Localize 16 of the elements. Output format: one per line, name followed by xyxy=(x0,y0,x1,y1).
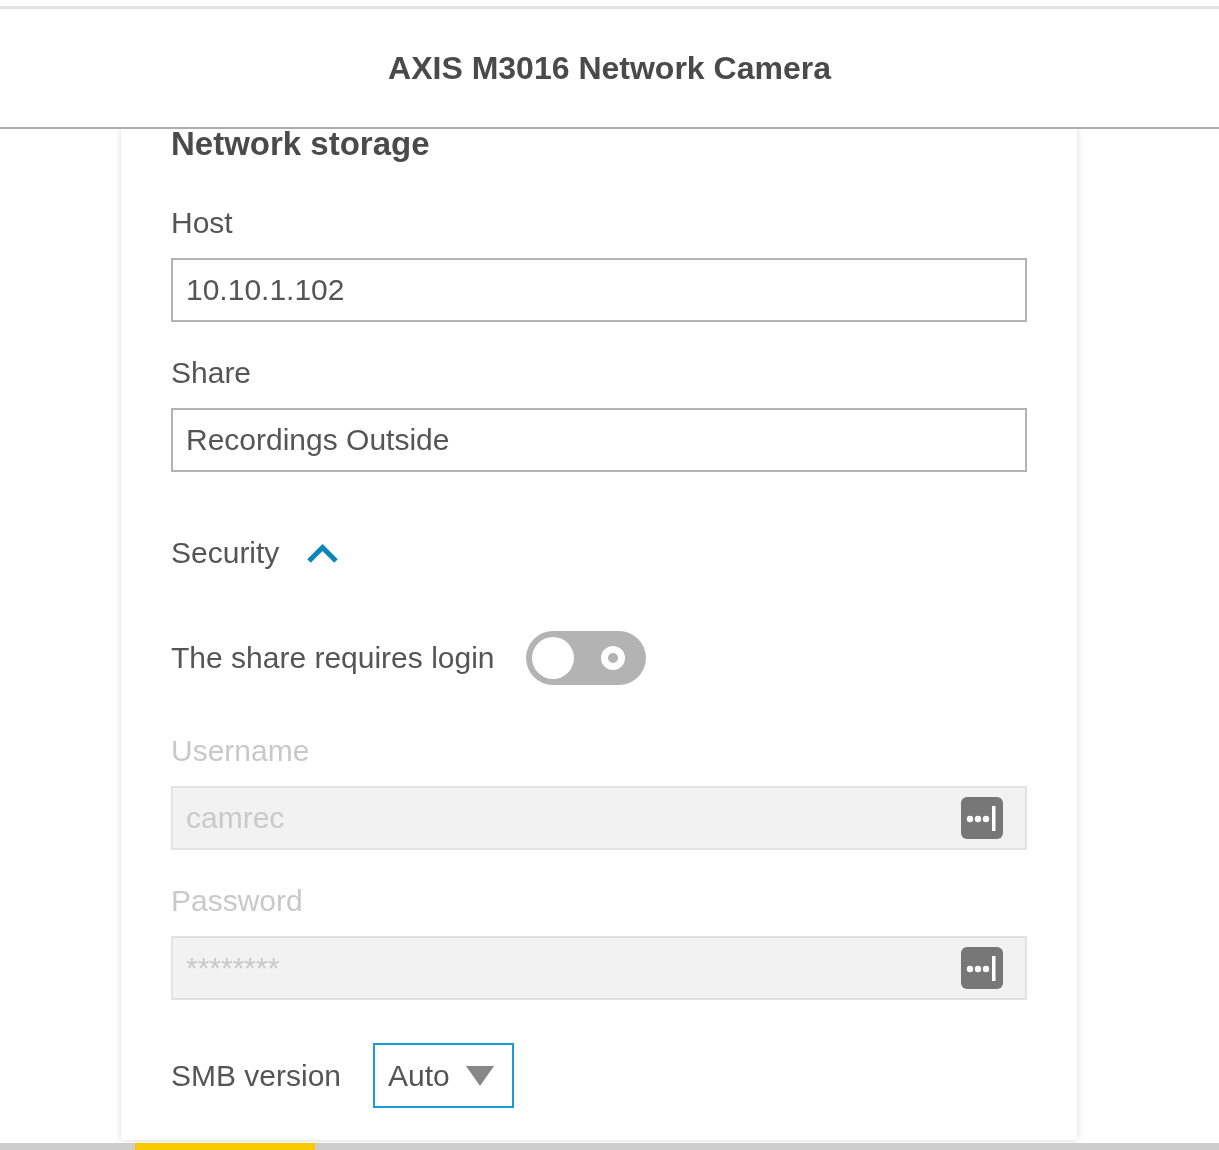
smb-version-select[interactable]: Auto xyxy=(373,1043,514,1108)
text-field[interactable]: Recordings Outside xyxy=(171,408,1027,472)
horizontal-scrollbar[interactable] xyxy=(0,1143,1219,1150)
scrollbar-thumb[interactable] xyxy=(135,1143,315,1150)
toggle-switch[interactable] xyxy=(525,631,646,685)
app-title: AXIS M3016 Network Camera xyxy=(388,49,831,88)
security-expander[interactable]: Security xyxy=(171,533,340,573)
text-field[interactable]: 10.10.1.102 xyxy=(171,258,1027,322)
chevron-up-icon xyxy=(306,542,340,564)
caret-icon xyxy=(465,1065,494,1086)
section-title: Network storage xyxy=(171,126,430,162)
field-label: Share xyxy=(171,355,252,391)
toggle-label: The share requires login xyxy=(171,640,495,676)
smb-version-label: SMB version xyxy=(171,1057,342,1094)
ring-icon xyxy=(599,645,626,671)
field-label: Host xyxy=(171,205,233,241)
